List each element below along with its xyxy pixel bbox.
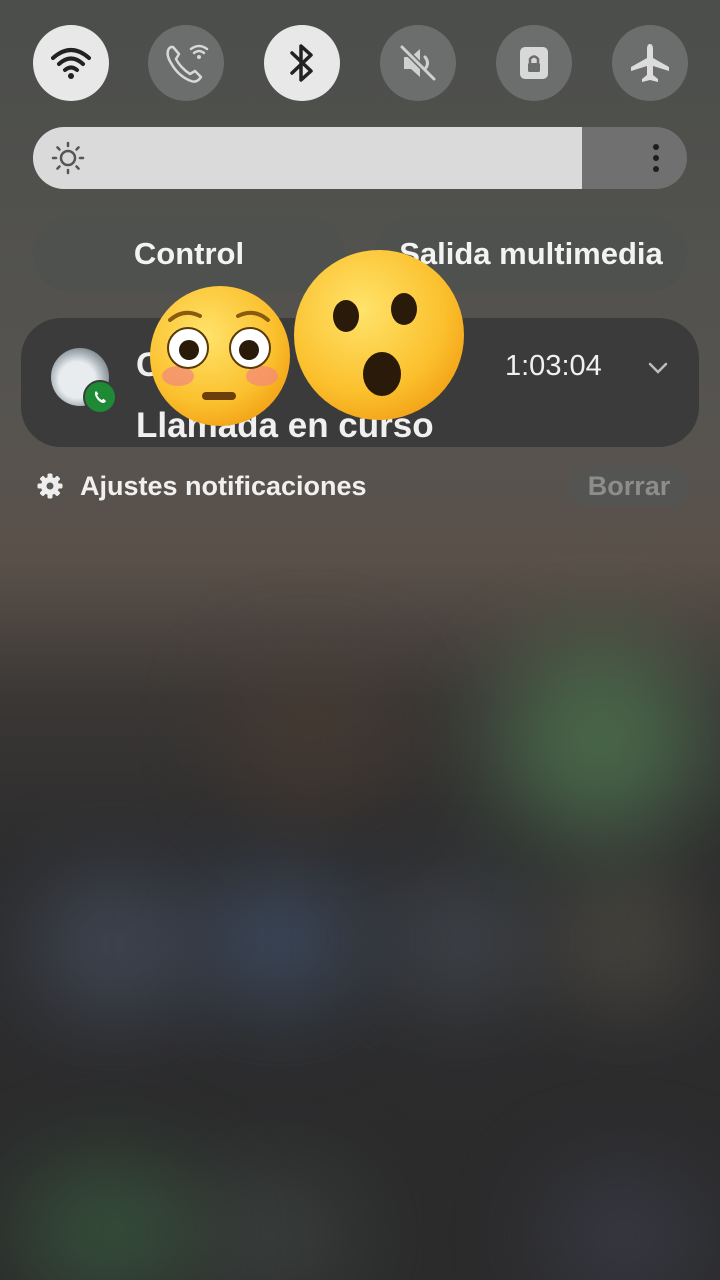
bluetooth-icon: [290, 44, 313, 82]
notification-settings-link[interactable]: Ajustes notificaciones: [36, 466, 367, 506]
airplane-mode-toggle[interactable]: [612, 25, 688, 101]
phone-icon: [94, 391, 106, 403]
chevron-down-icon[interactable]: [647, 360, 669, 376]
flushed-face-emoji: [150, 286, 290, 426]
blurred-home-background: [0, 0, 720, 1280]
quick-settings-row: [0, 25, 720, 101]
wifi-calling-toggle[interactable]: [148, 25, 224, 101]
wifi-icon: [51, 48, 91, 79]
astonished-face-emoji: [294, 250, 464, 420]
mute-icon: [399, 44, 437, 82]
gear-icon: [37, 473, 63, 499]
wifi-calling-icon: [166, 44, 209, 83]
bluetooth-toggle[interactable]: [264, 25, 340, 101]
brightness-fill: [33, 127, 583, 189]
settings-label: Ajustes notificaciones: [80, 470, 367, 501]
wifi-toggle[interactable]: [33, 25, 109, 101]
call-badge: [83, 380, 117, 414]
airplane-icon: [631, 44, 669, 82]
more-vert-icon[interactable]: [651, 142, 661, 174]
sun-icon: [51, 141, 85, 175]
rotation-lock-toggle[interactable]: [496, 25, 572, 101]
clear-button[interactable]: Borrar: [568, 466, 690, 506]
brightness-slider[interactable]: [33, 127, 687, 189]
lock-icon: [520, 47, 548, 79]
sound-toggle[interactable]: [380, 25, 456, 101]
call-timer: 1:03:04: [505, 350, 602, 382]
